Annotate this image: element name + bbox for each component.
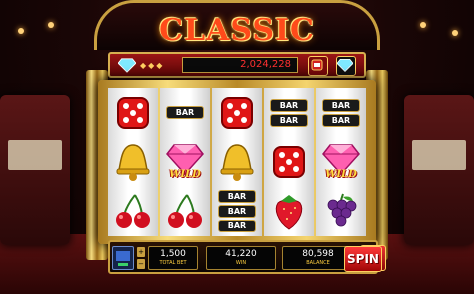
decorative-diamonds: ◆◆◆ xyxy=(140,61,165,70)
bell-icon xyxy=(111,140,155,184)
bar-label: BAR xyxy=(218,190,256,203)
reel-2: BAR WILD xyxy=(160,88,210,236)
bar-symbol: BAR xyxy=(163,91,207,135)
balance-value: 80,598 xyxy=(302,249,334,259)
total-bet-display: 1,500 TOTAL BET xyxy=(148,246,198,270)
background-slot-machine xyxy=(404,95,474,245)
slot-machine: CLASSIC ◆◆◆ 2,024,228 BAR WILD BAR BAR B… xyxy=(64,0,410,294)
slot-machine-icon[interactable] xyxy=(308,56,328,76)
wild-diamond-symbol: WILD xyxy=(319,140,363,184)
diamond-icon[interactable] xyxy=(336,56,356,76)
bet-increase-button[interactable]: + xyxy=(137,247,145,257)
win-display: 41,220 WIN xyxy=(206,246,276,270)
wild-label: WILD xyxy=(325,169,357,181)
grapes-icon xyxy=(319,189,363,233)
win-value: 41,220 xyxy=(225,249,257,259)
strawberry-icon xyxy=(267,189,311,233)
dice-icon xyxy=(111,91,155,135)
wild-diamond-symbol: WILD xyxy=(163,140,207,184)
reel-5: BAR BAR WILD xyxy=(316,88,366,236)
total-bet-value: 1,500 xyxy=(160,249,186,259)
control-console: + − 1,500 TOTAL BET 41,220 WIN 80,598 BA… xyxy=(108,240,386,274)
paytable-button[interactable] xyxy=(112,246,134,270)
dice-icon xyxy=(215,91,259,135)
bar-label: BAR xyxy=(218,219,256,233)
ceiling-light xyxy=(420,22,426,28)
ceiling-light xyxy=(48,22,54,28)
wild-label: WILD xyxy=(169,169,201,181)
double-bar-symbol: BAR BAR xyxy=(267,91,311,135)
machine-crown: CLASSIC xyxy=(94,0,380,50)
paytable-icon xyxy=(116,251,130,266)
reel-window: BAR WILD BAR BAR BAR BAR BAR BAR BAR WIL… xyxy=(108,88,366,236)
background-slot-machine xyxy=(0,95,70,245)
bet-decrease-button[interactable]: − xyxy=(137,259,145,269)
balance-label: BALANCE xyxy=(306,260,330,266)
dice-icon xyxy=(267,140,311,184)
bar-label: BAR xyxy=(270,98,308,112)
reel-4: BAR BAR xyxy=(264,88,314,236)
bet-stepper[interactable]: + − xyxy=(137,247,145,269)
game-title: CLASSIC xyxy=(159,13,315,48)
double-bar-symbol: BAR BAR xyxy=(319,91,363,135)
spin-button[interactable]: SPIN xyxy=(344,246,382,272)
jackpot-bar: ◆◆◆ 2,024,228 xyxy=(108,52,366,78)
bar-label: BAR xyxy=(270,113,308,127)
bar-label: BAR xyxy=(322,113,360,127)
reel-3: BAR BAR BAR xyxy=(212,88,262,236)
reel-1 xyxy=(108,88,158,236)
triple-bar-symbol: BAR BAR BAR xyxy=(215,189,259,233)
jackpot-amount: 2,024,228 xyxy=(182,57,298,73)
cherries-icon xyxy=(163,189,207,233)
bar-label: BAR xyxy=(218,204,256,218)
bell-icon xyxy=(215,140,259,184)
bar-label: BAR xyxy=(166,106,204,120)
cherries-icon xyxy=(111,189,155,233)
total-bet-label: TOTAL BET xyxy=(159,260,187,266)
ceiling-light xyxy=(452,30,458,36)
ceiling-light xyxy=(18,28,24,34)
bar-label: BAR xyxy=(322,98,360,112)
win-label: WIN xyxy=(235,260,247,266)
diamond-icon xyxy=(118,58,136,73)
